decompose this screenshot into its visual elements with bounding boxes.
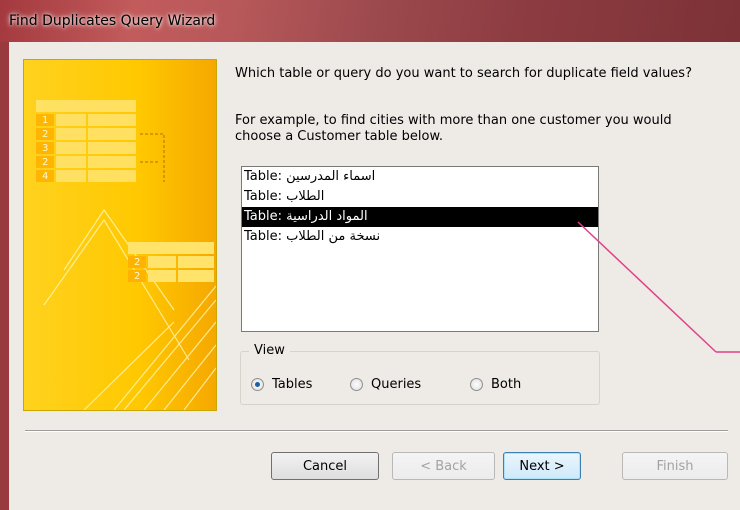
- list-item-name: اسماء المدرسين: [286, 169, 376, 184]
- radio-unselected-icon: [470, 378, 483, 391]
- back-button[interactable]: < Back: [392, 452, 495, 480]
- wizard-example-text: For example, to find cities with more th…: [235, 113, 672, 144]
- divider: [25, 430, 728, 432]
- list-item[interactable]: Table: الطلاب: [242, 187, 598, 207]
- cancel-button-label: Cancel: [302, 458, 348, 474]
- window-frame-left: [0, 42, 9, 510]
- radio-queries-label: Queries: [371, 377, 422, 392]
- result-number: 2: [134, 271, 140, 282]
- radio-tables[interactable]: Tables: [251, 377, 312, 392]
- duplicates-illustration-graphic: 1 2 3 2 4 2 2: [24, 60, 216, 410]
- window-title: Find Duplicates Query Wizard: [9, 13, 216, 29]
- row-number: 2: [42, 157, 48, 168]
- radio-queries[interactable]: Queries: [350, 377, 421, 392]
- list-item-name: المواد الدراسية: [286, 209, 368, 224]
- title-bar: Find Duplicates Query Wizard: [0, 0, 740, 42]
- list-item[interactable]: Table: اسماء المدرسين: [242, 167, 598, 187]
- radio-unselected-icon: [350, 378, 363, 391]
- row-number: 1: [42, 115, 48, 126]
- finish-button[interactable]: Finish: [622, 452, 728, 480]
- wizard-illustration: 1 2 3 2 4 2 2: [23, 59, 217, 411]
- list-item-name: نسخة من الطلاب: [286, 229, 381, 244]
- list-item-prefix: Table:: [244, 229, 282, 244]
- list-item-name: الطلاب: [286, 189, 325, 204]
- radio-selected-icon: [251, 378, 264, 391]
- row-number: 4: [42, 171, 48, 182]
- radio-tables-label: Tables: [272, 377, 313, 392]
- back-button-label: < Back: [420, 458, 467, 474]
- list-item-prefix: Table:: [244, 209, 282, 224]
- wizard-body: 1 2 3 2 4 2 2 Which table or query do yo…: [9, 42, 740, 510]
- next-button[interactable]: Next >: [503, 452, 581, 480]
- tables-listbox[interactable]: Table: اسماء المدرسين Table: الطلاب Tabl…: [241, 166, 599, 332]
- next-button-label: Next >: [519, 458, 565, 474]
- row-number: 3: [42, 143, 48, 154]
- finish-button-label: Finish: [656, 458, 694, 474]
- radio-both-label: Both: [491, 377, 522, 392]
- radio-both[interactable]: Both: [470, 377, 521, 392]
- row-number: 2: [42, 129, 48, 140]
- wizard-question: Which table or query do you want to sear…: [235, 66, 692, 81]
- list-item-selected[interactable]: Table: المواد الدراسية: [242, 207, 598, 227]
- list-item-prefix: Table:: [244, 189, 282, 204]
- result-number: 2: [134, 257, 140, 268]
- list-item[interactable]: Table: نسخة من الطلاب: [242, 227, 598, 247]
- view-legend: View: [249, 343, 290, 358]
- cancel-button[interactable]: Cancel: [271, 452, 379, 480]
- view-groupbox: View Tables Queries Both: [240, 343, 600, 405]
- list-item-prefix: Table:: [244, 169, 282, 184]
